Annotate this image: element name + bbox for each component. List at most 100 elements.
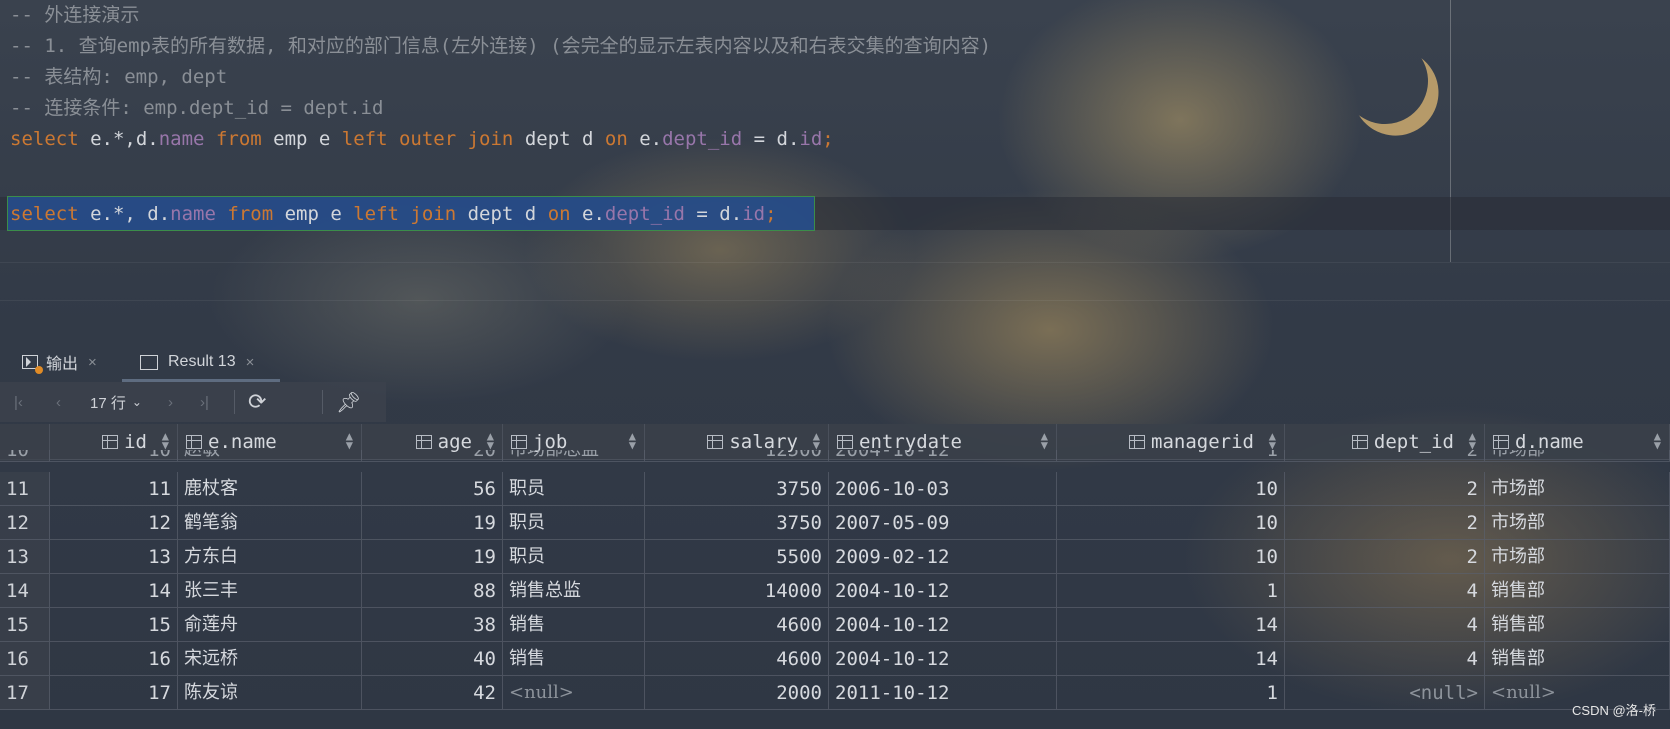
- comment-line-3[interactable]: -- 表结构: emp, dept: [10, 64, 227, 90]
- sort-arrows-icon[interactable]: ▲ ▼: [1469, 430, 1476, 451]
- row-number[interactable]: 11: [0, 472, 50, 506]
- table-cell-name[interactable]: 张三丰: [178, 574, 362, 608]
- table-cell-dname[interactable]: 销售部: [1485, 608, 1670, 642]
- table-cell-salary[interactable]: 2000: [645, 676, 829, 710]
- table-cell-dname[interactable]: 市场部: [1485, 540, 1670, 574]
- sort-arrows-icon[interactable]: ▲ ▼: [162, 430, 169, 451]
- table-cell-id[interactable]: 11: [50, 472, 178, 506]
- table-cell-id[interactable]: 17: [50, 676, 178, 710]
- table-cell-name[interactable]: 鹤笔翁: [178, 506, 362, 540]
- table-cell-name[interactable]: 鹿杖客: [178, 472, 362, 506]
- table-cell-dept_id[interactable]: 2: [1285, 540, 1485, 574]
- table-cell-dname[interactable]: 销售部: [1485, 574, 1670, 608]
- table-cell-dept_id[interactable]: 2: [1285, 450, 1485, 462]
- table-cell-salary[interactable]: 4600: [645, 608, 829, 642]
- table-cell-id[interactable]: 16: [50, 642, 178, 676]
- row-number[interactable]: 13: [0, 540, 50, 574]
- prev-page-button[interactable]: ‹: [56, 382, 61, 422]
- table-cell-age[interactable]: 40: [362, 642, 503, 676]
- table-cell-managerid[interactable]: 14: [1057, 642, 1285, 676]
- row-number[interactable]: 17: [0, 676, 50, 710]
- sort-arrows-icon[interactable]: ▲ ▼: [346, 430, 353, 451]
- sort-arrows-icon[interactable]: ▲ ▼: [1041, 430, 1048, 451]
- table-cell-id[interactable]: 10: [50, 450, 178, 462]
- table-cell-salary[interactable]: 5500: [645, 540, 829, 574]
- table-cell-dname[interactable]: 市场部: [1485, 450, 1670, 462]
- table-cell-age[interactable]: 42: [362, 676, 503, 710]
- table-cell-id[interactable]: 13: [50, 540, 178, 574]
- table-cell-entrydate[interactable]: 2004-10-12: [829, 608, 1057, 642]
- table-cell-dept_id[interactable]: 4: [1285, 574, 1485, 608]
- table-cell-name[interactable]: 方东白: [178, 540, 362, 574]
- sort-arrows-icon[interactable]: ▲ ▼: [813, 430, 820, 451]
- table-cell-id[interactable]: 15: [50, 608, 178, 642]
- table-cell-age[interactable]: 88: [362, 574, 503, 608]
- table-cell-entrydate[interactable]: 2011-10-12: [829, 676, 1057, 710]
- rows-count-dropdown[interactable]: 17 行 ⌄: [90, 382, 142, 422]
- table-cell-job[interactable]: 销售: [503, 608, 645, 642]
- table-cell-entrydate[interactable]: 2004-10-12: [829, 450, 1057, 462]
- table-cell-salary[interactable]: 12500: [645, 450, 829, 462]
- table-cell-dept_id[interactable]: 4: [1285, 608, 1485, 642]
- table-cell-salary[interactable]: 4600: [645, 642, 829, 676]
- table-cell-managerid[interactable]: 10: [1057, 506, 1285, 540]
- table-cell-dept_id[interactable]: 2: [1285, 472, 1485, 506]
- table-cell-job[interactable]: 职员: [503, 506, 645, 540]
- pin-icon[interactable]: 📌︎: [336, 382, 361, 422]
- table-cell-managerid[interactable]: 14: [1057, 608, 1285, 642]
- table-cell-dept_id[interactable]: 2: [1285, 506, 1485, 540]
- table-cell-managerid[interactable]: 1: [1057, 676, 1285, 710]
- first-page-button[interactable]: |‹: [14, 382, 23, 422]
- comment-line-2[interactable]: -- 1. 查询emp表的所有数据, 和对应的部门信息(左外连接) (会完全的显…: [10, 33, 991, 59]
- table-cell-managerid[interactable]: 1: [1057, 450, 1285, 462]
- tab-output[interactable]: 输出 ×: [22, 342, 97, 382]
- table-cell-salary[interactable]: 3750: [645, 472, 829, 506]
- table-cell-dname[interactable]: 市场部: [1485, 506, 1670, 540]
- table-cell-managerid[interactable]: 1: [1057, 574, 1285, 608]
- comment-line-1[interactable]: -- 外连接演示: [10, 2, 139, 28]
- table-cell-entrydate[interactable]: 2004-10-12: [829, 574, 1057, 608]
- table-cell-entrydate[interactable]: 2007-05-09: [829, 506, 1057, 540]
- comment-line-4[interactable]: -- 连接条件: emp.dept_id = dept.id: [10, 95, 383, 121]
- table-cell-age[interactable]: 19: [362, 540, 503, 574]
- sort-arrows-icon[interactable]: ▲ ▼: [629, 430, 636, 451]
- next-page-button[interactable]: ›: [168, 382, 173, 422]
- table-cell-age[interactable]: 56: [362, 472, 503, 506]
- table-cell-entrydate[interactable]: 2006-10-03: [829, 472, 1057, 506]
- table-cell-name[interactable]: 宋远桥: [178, 642, 362, 676]
- table-cell-id[interactable]: 12: [50, 506, 178, 540]
- table-cell-job[interactable]: <null>: [503, 676, 645, 710]
- row-number[interactable]: 15: [0, 608, 50, 642]
- row-number[interactable]: 10: [0, 450, 50, 462]
- row-number[interactable]: 14: [0, 574, 50, 608]
- table-cell-age[interactable]: 38: [362, 608, 503, 642]
- sql-query-left-join[interactable]: select e.*, d.name from emp e left join …: [10, 201, 777, 227]
- table-cell-name[interactable]: 陈友谅: [178, 676, 362, 710]
- sql-query-left-outer-join[interactable]: select e.*,d.name from emp e left outer …: [10, 126, 834, 152]
- table-cell-job[interactable]: 销售: [503, 642, 645, 676]
- sort-arrows-icon[interactable]: ▲ ▼: [1269, 430, 1276, 451]
- table-cell-managerid[interactable]: 10: [1057, 540, 1285, 574]
- table-cell-dname[interactable]: 市场部: [1485, 472, 1670, 506]
- tab-result-13[interactable]: Result 13 ×: [140, 342, 254, 382]
- result-grid[interactable]: id ▲ ▼ e.name ▲ ▼ age ▲ ▼ job ▲ ▼ salary ▲ ▼ entrydate ▲…: [0, 424, 1670, 729]
- table-cell-age[interactable]: 19: [362, 506, 503, 540]
- table-cell-job[interactable]: 销售总监: [503, 574, 645, 608]
- table-cell-name[interactable]: 俞莲舟: [178, 608, 362, 642]
- table-cell-job[interactable]: 职员: [503, 472, 645, 506]
- table-cell-salary[interactable]: 3750: [645, 506, 829, 540]
- sql-editor[interactable]: -- 外连接演示 -- 1. 查询emp表的所有数据, 和对应的部门信息(左外连…: [0, 0, 1670, 262]
- table-cell-dept_id[interactable]: <null>: [1285, 676, 1485, 710]
- table-cell-entrydate[interactable]: 2009-02-12: [829, 540, 1057, 574]
- table-cell-id[interactable]: 14: [50, 574, 178, 608]
- last-page-button[interactable]: ›|: [200, 382, 209, 422]
- table-cell-managerid[interactable]: 10: [1057, 472, 1285, 506]
- table-cell-dept_id[interactable]: 4: [1285, 642, 1485, 676]
- table-cell-name[interactable]: 赵敏: [178, 450, 362, 462]
- table-cell-age[interactable]: 20: [362, 450, 503, 462]
- table-cell-dname[interactable]: 销售部: [1485, 642, 1670, 676]
- table-cell-job[interactable]: 职员: [503, 540, 645, 574]
- table-cell-job[interactable]: 市场部总监: [503, 450, 645, 462]
- close-icon[interactable]: ×: [246, 354, 255, 371]
- sort-arrows-icon[interactable]: ▲ ▼: [487, 430, 494, 451]
